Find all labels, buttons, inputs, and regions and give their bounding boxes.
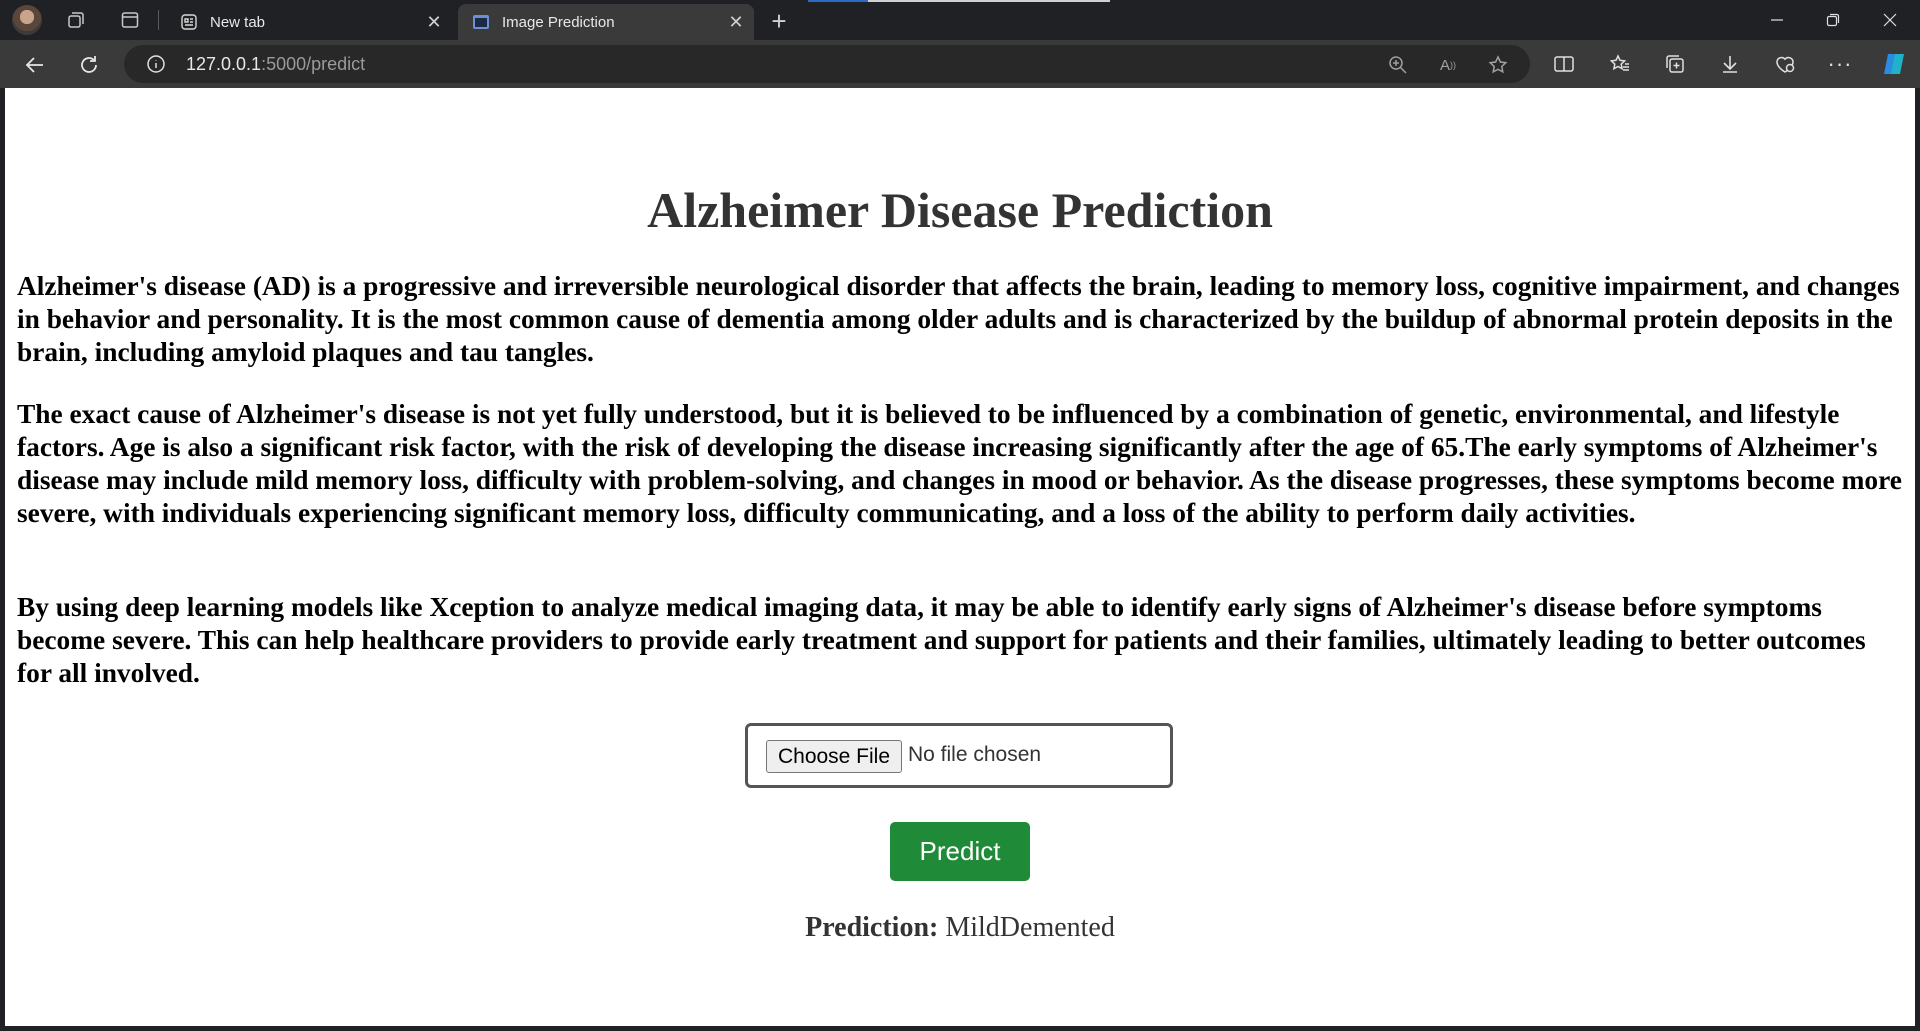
copilot-icon[interactable] [1880, 50, 1908, 78]
url-path: :5000/predict [261, 54, 366, 74]
tab-strip: New tab ✕ Image Prediction ✕ + [0, 0, 1920, 40]
intro-paragraph: Alzheimer's disease (AD) is a progressiv… [17, 271, 1900, 367]
prediction-label: Prediction: [805, 912, 939, 943]
downloads-icon[interactable] [1716, 50, 1744, 78]
browser-essentials-icon[interactable] [1771, 50, 1799, 78]
file-status-text: No file chosen [908, 743, 1042, 766]
more-options-icon[interactable]: ··· [1826, 50, 1854, 78]
address-bar[interactable]: 127.0.0.1:5000/predict A)) [124, 45, 1530, 83]
read-aloud-icon[interactable]: A)) [1437, 54, 1459, 76]
page-viewport: Alzheimer Disease Prediction Alzheimer's… [5, 88, 1915, 1026]
favorites-icon[interactable] [1606, 50, 1634, 78]
close-window-button[interactable] [1862, 0, 1918, 40]
tab-image-prediction[interactable]: Image Prediction ✕ [458, 4, 754, 40]
workspaces-icon[interactable] [64, 8, 88, 32]
causes-paragraph: The exact cause of Alzheimer's disease i… [17, 399, 1902, 528]
favorite-star-icon[interactable] [1487, 54, 1509, 76]
prediction-value: MildDemented [945, 912, 1115, 943]
page-title: Alzheimer Disease Prediction [647, 182, 1273, 238]
split-screen-icon[interactable] [1550, 50, 1578, 78]
predict-button[interactable]: Predict [890, 822, 1030, 881]
url-text[interactable]: 127.0.0.1:5000/predict [186, 54, 365, 75]
tab-new-tab[interactable]: New tab ✕ [166, 4, 452, 40]
close-tab-icon[interactable]: ✕ [726, 12, 746, 33]
file-upload-box: Choose File No file chosen [745, 723, 1173, 788]
loading-indicator [808, 0, 1110, 2]
restore-button[interactable] [1805, 0, 1861, 40]
profile-avatar[interactable] [12, 5, 42, 35]
choose-file-button[interactable]: Choose File [766, 740, 902, 773]
close-tab-icon[interactable]: ✕ [424, 12, 444, 33]
collections-icon[interactable] [1661, 50, 1689, 78]
site-info-icon[interactable] [146, 54, 166, 74]
vertical-tabs-icon[interactable] [118, 8, 142, 32]
deep-learning-paragraph: By using deep learning models like Xcept… [17, 592, 1866, 688]
new-tab-page-icon [181, 14, 197, 30]
refresh-button[interactable] [74, 50, 104, 80]
tab-separator [158, 10, 159, 30]
minimize-button[interactable] [1749, 0, 1805, 40]
url-host: 127.0.0.1 [186, 54, 262, 74]
browser-toolbar: 127.0.0.1:5000/predict A)) ··· [0, 40, 1920, 88]
new-tab-button[interactable]: + [764, 6, 794, 36]
page-favicon-icon [473, 15, 489, 29]
zoom-icon[interactable] [1387, 54, 1409, 76]
back-button[interactable] [20, 50, 50, 80]
tab-label: Image Prediction [502, 13, 615, 31]
prediction-result: Prediction: MildDemented [5, 912, 1915, 944]
tab-label: New tab [210, 13, 266, 31]
